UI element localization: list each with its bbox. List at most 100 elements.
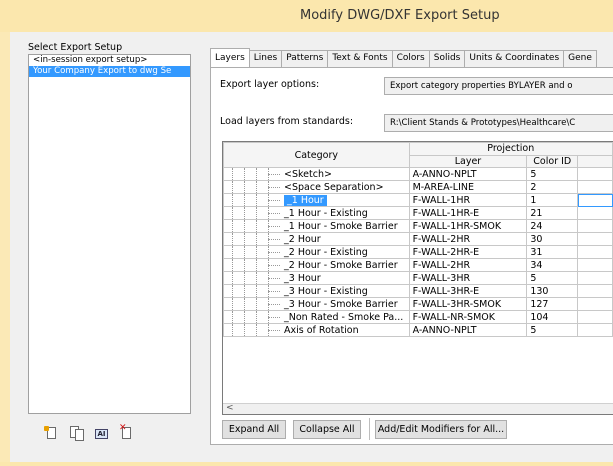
table-row[interactable]: <Space Separation> M-AREA-LINE 2 xyxy=(223,180,613,195)
window-bottom-border xyxy=(0,462,613,466)
load-layers-select[interactable]: R:\Client Stands & Prototypes\Healthcare… xyxy=(384,114,613,132)
row-extra[interactable] xyxy=(577,167,613,182)
row-category: <Space Separation> xyxy=(284,181,384,193)
table-row[interactable]: <Sketch> A-ANNO-NPLT 5 xyxy=(223,167,613,182)
table-row-selected[interactable]: _1 Hour F-WALL-1HR 1 xyxy=(223,193,613,208)
tab-layers[interactable]: Layers xyxy=(210,48,250,67)
row-layer[interactable]: F-WALL-3HR xyxy=(408,271,528,286)
setup-item-company-export[interactable]: Your Company Export to dwg Se xyxy=(29,66,190,77)
row-category: <Sketch> xyxy=(284,168,332,180)
row-color-id[interactable]: 127 xyxy=(526,297,579,312)
row-layer[interactable]: F-WALL-2HR xyxy=(408,258,528,273)
row-color-id[interactable]: 104 xyxy=(526,310,579,325)
tab-solids[interactable]: Solids xyxy=(428,50,466,67)
table-row[interactable]: _2 Hour - Existing F-WALL-2HR-E 31 xyxy=(223,245,613,260)
row-layer[interactable]: F-WALL-1HR-SMOK xyxy=(408,219,528,234)
window-title: Modify DWG/DXF Export Setup xyxy=(300,8,500,23)
duplicate-setup-icon[interactable] xyxy=(69,426,84,441)
tab-strip: Layers Lines Patterns Text & Fonts Color… xyxy=(210,48,597,67)
horizontal-scrollbar[interactable]: < xyxy=(223,403,613,414)
row-layer[interactable]: A-ANNO-NPLT xyxy=(408,323,528,338)
row-extra[interactable] xyxy=(577,297,613,312)
export-setup-list[interactable]: <in-session export setup> Your Company E… xyxy=(28,54,191,414)
row-extra[interactable] xyxy=(577,219,613,234)
col-header-layer[interactable]: Layer xyxy=(408,154,528,169)
tab-lines[interactable]: Lines xyxy=(248,50,283,67)
table-row[interactable]: Axis of Rotation A-ANNO-NPLT 5 xyxy=(223,323,613,338)
row-color-id[interactable]: 1 xyxy=(526,193,579,208)
row-extra[interactable] xyxy=(577,245,613,260)
row-extra[interactable] xyxy=(577,310,613,325)
layers-table: Category Projection Layer Color ID <Sket… xyxy=(223,142,613,338)
row-category: _3 Hour xyxy=(284,272,321,284)
row-layer[interactable]: F-WALL-1HR xyxy=(408,193,528,208)
expand-all-button[interactable]: Expand All xyxy=(222,420,286,439)
select-export-setup-label: Select Export Setup xyxy=(28,42,123,53)
title-bar[interactable]: Modify DWG/DXF Export Setup xyxy=(0,0,613,32)
row-category: _2 Hour - Smoke Barrier xyxy=(284,259,398,271)
row-layer[interactable]: M-AREA-LINE xyxy=(408,180,528,195)
tab-units-coordinates[interactable]: Units & Coordinates xyxy=(464,50,565,67)
table-row[interactable]: _2 Hour - Smoke Barrier F-WALL-2HR 34 xyxy=(223,258,613,273)
col-header-projection[interactable]: Projection xyxy=(408,142,613,156)
tab-text-fonts[interactable]: Text & Fonts xyxy=(327,50,393,67)
row-color-id[interactable]: 5 xyxy=(526,323,579,338)
delete-setup-icon[interactable]: ✕ xyxy=(119,423,134,441)
row-color-id[interactable]: 24 xyxy=(526,219,579,234)
row-color-id[interactable]: 2 xyxy=(526,180,579,195)
row-category: _1 Hour - Existing xyxy=(284,207,368,219)
row-color-id[interactable]: 5 xyxy=(526,271,579,286)
setup-toolbar: AI ✕ xyxy=(44,423,134,441)
table-row[interactable]: _1 Hour - Smoke Barrier F-WALL-1HR-SMOK … xyxy=(223,219,613,234)
row-layer[interactable]: F-WALL-3HR-SMOK xyxy=(408,297,528,312)
row-color-id[interactable]: 34 xyxy=(526,258,579,273)
row-category: _Non Rated - Smoke Pa... xyxy=(284,311,404,323)
row-layer[interactable]: F-WALL-2HR xyxy=(408,232,528,247)
add-edit-modifiers-button[interactable]: Add/Edit Modifiers for All... xyxy=(375,420,507,439)
layers-grid[interactable]: Category Projection Layer Color ID <Sket… xyxy=(222,141,613,415)
table-row[interactable]: _1 Hour - Existing F-WALL-1HR-E 21 xyxy=(223,206,613,221)
row-layer[interactable]: F-WALL-1HR-E xyxy=(408,206,528,221)
row-category: _2 Hour - Existing xyxy=(284,246,368,258)
row-extra[interactable] xyxy=(577,323,613,338)
row-extra[interactable] xyxy=(577,232,613,247)
row-layer[interactable]: A-ANNO-NPLT xyxy=(408,167,528,182)
row-extra[interactable] xyxy=(577,206,613,221)
row-color-id[interactable]: 130 xyxy=(526,284,579,299)
row-category: _3 Hour - Existing xyxy=(284,285,368,297)
button-separator xyxy=(369,418,370,440)
table-row[interactable]: _2 Hour F-WALL-2HR 30 xyxy=(223,232,613,247)
row-extra[interactable] xyxy=(577,180,613,195)
row-category: _2 Hour xyxy=(284,233,321,245)
row-extra[interactable] xyxy=(577,284,613,299)
new-setup-icon[interactable] xyxy=(44,426,59,441)
setup-item-in-session[interactable]: <in-session export setup> xyxy=(29,55,190,66)
row-color-id[interactable]: 30 xyxy=(526,232,579,247)
table-row[interactable]: _Non Rated - Smoke Pa... F-WALL-NR-SMOK … xyxy=(223,310,613,325)
export-layer-options-select[interactable]: Export category properties BYLAYER and o xyxy=(384,77,613,95)
row-layer[interactable]: F-WALL-2HR-E xyxy=(408,245,528,260)
row-category: _1 Hour xyxy=(284,194,327,206)
row-category: Axis of Rotation xyxy=(284,324,359,336)
row-category: _1 Hour - Smoke Barrier xyxy=(284,220,398,232)
row-layer[interactable]: F-WALL-NR-SMOK xyxy=(408,310,528,325)
col-header-color-id[interactable]: Color ID xyxy=(526,154,579,169)
scroll-left-icon[interactable]: < xyxy=(226,403,234,413)
row-color-id[interactable]: 21 xyxy=(526,206,579,221)
table-row[interactable]: _3 Hour F-WALL-3HR 5 xyxy=(223,271,613,286)
tab-general[interactable]: Gene xyxy=(563,50,597,67)
table-row[interactable]: _3 Hour - Existing F-WALL-3HR-E 130 xyxy=(223,284,613,299)
tab-colors[interactable]: Colors xyxy=(391,50,430,67)
row-extra[interactable] xyxy=(577,193,613,208)
tab-patterns[interactable]: Patterns xyxy=(281,50,329,67)
col-header-category[interactable]: Category xyxy=(223,142,410,169)
row-extra[interactable] xyxy=(577,258,613,273)
col-header-next[interactable] xyxy=(577,154,613,169)
row-extra[interactable] xyxy=(577,271,613,286)
collapse-all-button[interactable]: Collapse All xyxy=(293,420,361,439)
table-row[interactable]: _3 Hour - Smoke Barrier F-WALL-3HR-SMOK … xyxy=(223,297,613,312)
row-color-id[interactable]: 31 xyxy=(526,245,579,260)
rename-setup-icon[interactable]: AI xyxy=(94,426,109,441)
row-color-id[interactable]: 5 xyxy=(526,167,579,182)
row-layer[interactable]: F-WALL-3HR-E xyxy=(408,284,528,299)
